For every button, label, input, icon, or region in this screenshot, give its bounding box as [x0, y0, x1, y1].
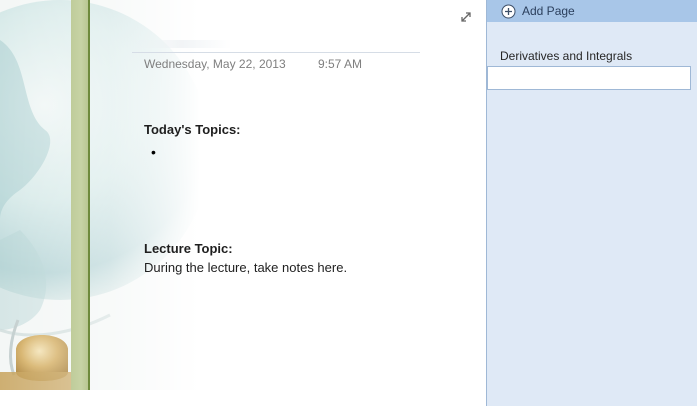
lecture-topic-heading[interactable]: Lecture Topic: [144, 241, 233, 256]
page-tabs-pane: Add Page Derivatives and Integrals [486, 0, 697, 406]
notebook-margin-line [88, 0, 90, 390]
page-bottom-margin [0, 390, 486, 406]
page-title-underline [132, 52, 420, 53]
new-page-title-field[interactable] [487, 66, 691, 90]
lecture-notes-text[interactable]: During the lecture, take notes here. [144, 260, 347, 275]
page-time: 9:57 AM [318, 57, 363, 71]
add-page-label: Add Page [522, 4, 575, 18]
page-tab-derivatives-and-integrals[interactable]: Derivatives and Integrals [487, 46, 691, 66]
notebook-margin-stripe [71, 0, 88, 390]
bullet-icon: • [151, 144, 156, 160]
bullet-list-item[interactable]: • [151, 143, 156, 161]
onenote-window: Wednesday, May 22, 2013 9:57 AM Today's … [0, 0, 697, 406]
add-page-button[interactable]: Add Page [487, 0, 697, 22]
note-page-canvas[interactable]: Wednesday, May 22, 2013 9:57 AM Today's … [0, 0, 486, 406]
add-circle-icon [501, 4, 516, 18]
page-title-field[interactable] [132, 40, 232, 48]
page-date: Wednesday, May 22, 2013 [144, 57, 286, 71]
page-tab-label: Derivatives and Integrals [500, 49, 633, 63]
expand-icon[interactable] [458, 9, 474, 25]
todays-topics-heading[interactable]: Today's Topics: [144, 122, 241, 137]
